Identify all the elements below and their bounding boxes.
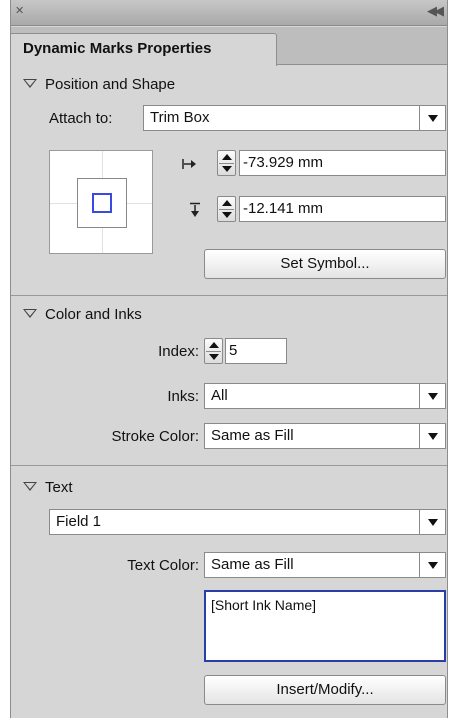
disclosure-triangle-icon[interactable] — [23, 308, 37, 318]
panel-titlebar: ✕ ◀◀ — [11, 0, 447, 26]
x-offset-field[interactable]: -73.929 mm — [239, 150, 446, 176]
index-label: Index: — [158, 343, 199, 360]
attach-to-value: Trim Box — [150, 109, 210, 126]
text-color-dropdown[interactable]: Same as Fill — [204, 552, 446, 578]
tab-dynamic-marks-properties[interactable]: Dynamic Marks Properties — [11, 33, 277, 66]
stroke-color-value: Same as Fill — [211, 427, 294, 444]
disclosure-triangle-icon[interactable] — [23, 78, 37, 88]
index-field[interactable]: 5 — [225, 338, 287, 364]
dynamic-marks-panel: ✕ ◀◀ Dynamic Marks Properties Position a… — [10, 0, 448, 718]
stroke-color-dropdown[interactable]: Same as Fill — [204, 423, 446, 449]
disclosure-triangle-icon[interactable] — [23, 481, 37, 491]
close-icon[interactable]: ✕ — [15, 4, 24, 17]
text-field-value: Field 1 — [56, 513, 102, 530]
horizontal-offset-icon — [182, 159, 196, 169]
section-title-color: Color and Inks — [45, 306, 142, 323]
attach-to-dropdown[interactable]: Trim Box — [143, 105, 446, 131]
chevron-down-icon[interactable] — [419, 384, 445, 408]
mark-position-indicator[interactable] — [92, 193, 112, 213]
vertical-offset-icon — [190, 202, 200, 217]
y-offset-stepper[interactable] — [217, 196, 236, 222]
insert-modify-button[interactable]: Insert/Modify... — [204, 675, 446, 705]
text-content-area[interactable]: [Short Ink Name] — [204, 590, 446, 662]
section-divider — [11, 465, 447, 466]
section-header-color[interactable]: Color and Inks — [23, 306, 142, 323]
chevron-down-icon[interactable] — [419, 553, 445, 577]
stroke-color-label: Stroke Color: — [111, 428, 199, 445]
chevron-down-icon[interactable] — [419, 424, 445, 448]
tab-strip: Dynamic Marks Properties — [11, 27, 447, 66]
section-header-text[interactable]: Text — [23, 479, 73, 496]
chevron-down-icon[interactable] — [419, 510, 445, 534]
section-title-position: Position and Shape — [45, 76, 176, 93]
attach-to-label: Attach to: — [49, 110, 113, 127]
text-color-value: Same as Fill — [211, 556, 294, 573]
collapse-arrows-icon[interactable]: ◀◀ — [427, 3, 444, 19]
y-offset-field[interactable]: -12.141 mm — [239, 196, 446, 222]
set-symbol-button[interactable]: Set Symbol... — [204, 249, 446, 279]
x-offset-stepper[interactable] — [217, 150, 236, 176]
inks-label: Inks: — [167, 388, 199, 405]
section-divider — [11, 295, 447, 296]
mark-position-preview[interactable] — [49, 150, 153, 254]
inks-dropdown[interactable]: All — [204, 383, 446, 409]
chevron-down-icon[interactable] — [419, 106, 445, 130]
index-stepper[interactable] — [204, 338, 223, 364]
text-color-label: Text Color: — [127, 557, 199, 574]
text-field-dropdown[interactable]: Field 1 — [49, 509, 446, 535]
section-title-text: Text — [45, 479, 73, 496]
section-header-position[interactable]: Position and Shape — [23, 76, 175, 93]
inks-value: All — [211, 387, 228, 404]
